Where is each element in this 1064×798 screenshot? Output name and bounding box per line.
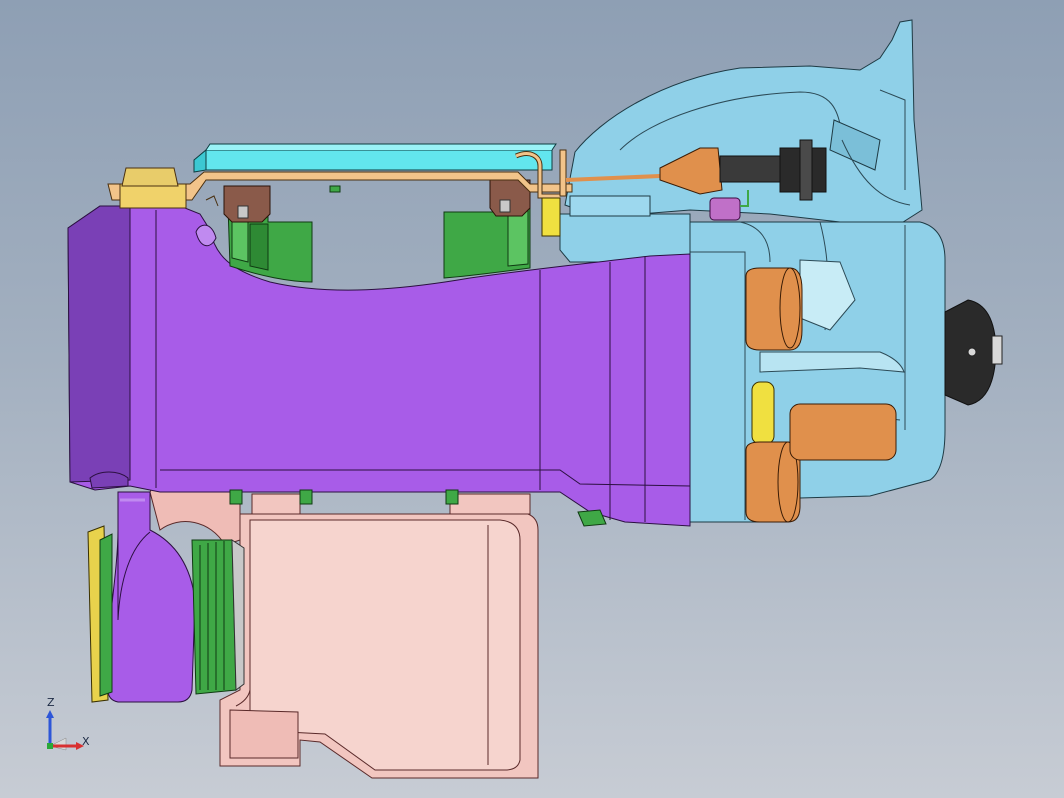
- cad-viewport[interactable]: Z X: [0, 0, 1064, 798]
- y-axis-marker: [47, 743, 53, 749]
- black-cap[interactable]: [944, 299, 1003, 406]
- green-pulley[interactable]: [191, 539, 245, 695]
- pulley-arm[interactable]: [107, 491, 196, 703]
- axis-triad-icon: [46, 710, 84, 751]
- x-axis-label: X: [82, 735, 90, 748]
- z-axis-label: Z: [47, 696, 55, 709]
- cyan-crossbar[interactable]: [193, 143, 557, 173]
- yellow-pulley[interactable]: [87, 525, 113, 703]
- axis-triad: Z X: [36, 696, 100, 762]
- orange-bushing-top[interactable]: [745, 267, 803, 351]
- cad-model-view[interactable]: [0, 0, 1064, 798]
- orange-pad[interactable]: [789, 403, 897, 461]
- brown-mount-left[interactable]: [223, 185, 271, 223]
